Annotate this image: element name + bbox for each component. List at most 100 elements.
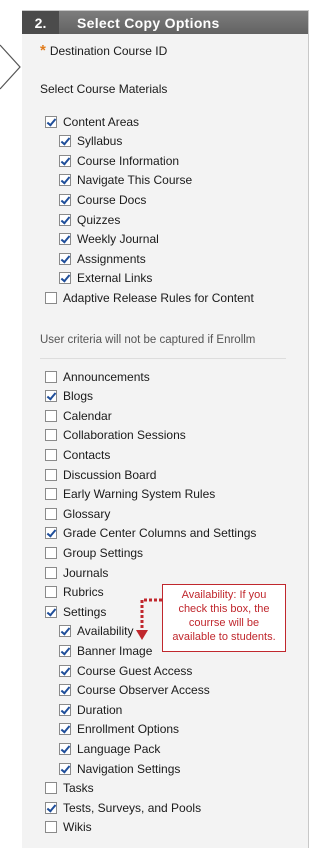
checkbox-label: Tasks	[63, 781, 94, 796]
checkbox-label: External Links	[77, 271, 153, 286]
checkbox-row-syllabus[interactable]: Syllabus	[59, 133, 122, 150]
checkbox-label: Duration	[77, 702, 123, 717]
checkbox[interactable]	[45, 291, 57, 304]
step-number: 2.	[22, 11, 59, 34]
checkbox-label: Assignments	[77, 251, 146, 266]
checkbox-row-glossary[interactable]: Glossary	[45, 505, 110, 522]
checkbox-row-rubrics[interactable]: Rubrics	[45, 584, 104, 601]
checkbox-label: Course Guest Access	[77, 663, 193, 678]
checkbox-row-collaboration-sessions[interactable]: Collaboration Sessions	[45, 427, 186, 444]
checkbox[interactable]	[45, 429, 57, 442]
checkbox-label: Announcements	[63, 369, 150, 384]
checkbox[interactable]	[45, 586, 57, 599]
checkbox-label: Contacts	[63, 447, 111, 462]
checkbox-label: Calendar	[63, 408, 112, 423]
checkbox-row-blogs[interactable]: Blogs	[45, 388, 93, 405]
checkbox-row-banner-image[interactable]: Banner Image	[59, 642, 152, 659]
checkbox-label: Early Warning System Rules	[63, 487, 216, 502]
pointer-arrow-icon	[0, 44, 21, 90]
checkbox[interactable]	[45, 605, 57, 618]
checkbox-label: Adaptive Release Rules for Content	[63, 290, 254, 305]
checkbox-row-early-warning-system-rules[interactable]: Early Warning System Rules	[45, 486, 215, 503]
checkbox-label: Collaboration Sessions	[63, 428, 186, 443]
section-header: 2. Select Copy Options	[22, 11, 308, 34]
checkbox-row-tests-surveys-and-pools[interactable]: Tests, Surveys, and Pools	[45, 799, 201, 816]
checkbox[interactable]	[45, 115, 57, 128]
checkbox-row-availability[interactable]: Availability	[59, 623, 133, 640]
checkbox-row-weekly-journal[interactable]: Weekly Journal	[59, 231, 159, 248]
checkbox-label: Glossary	[63, 506, 111, 521]
checkbox[interactable]	[59, 703, 71, 716]
destination-course-id-label: * Destination Course ID	[40, 43, 167, 59]
checkbox-row-discussion-board[interactable]: Discussion Board	[45, 466, 156, 483]
checkbox-label: Rubrics	[63, 585, 104, 600]
section-title: Select Copy Options	[59, 11, 308, 34]
checkbox[interactable]	[45, 370, 57, 383]
checkbox[interactable]	[45, 390, 57, 403]
checkbox-row-quizzes[interactable]: Quizzes	[59, 211, 120, 228]
checkbox-row-course-observer-access[interactable]: Course Observer Access	[59, 682, 210, 699]
checkbox[interactable]	[59, 762, 71, 775]
checkbox-label: Language Pack	[77, 741, 161, 756]
checkbox[interactable]	[59, 684, 71, 697]
checkbox-row-enrollment-options[interactable]: Enrollment Options	[59, 721, 179, 738]
checkbox-row-course-guest-access[interactable]: Course Guest Access	[59, 662, 192, 679]
checkbox[interactable]	[45, 468, 57, 481]
checkbox[interactable]	[59, 625, 71, 638]
checkbox-row-group-settings[interactable]: Group Settings	[45, 544, 143, 561]
checkbox-row-course-information[interactable]: Course Information	[59, 152, 179, 169]
checkbox-label: Availability	[77, 624, 134, 639]
checkbox-label: Navigate This Course	[77, 173, 193, 188]
checkbox-label: Quizzes	[77, 212, 121, 227]
checkbox[interactable]	[59, 193, 71, 206]
checkbox[interactable]	[59, 252, 71, 265]
checkbox-label: Discussion Board	[63, 467, 157, 482]
checkbox-label: Group Settings	[63, 545, 144, 560]
checkbox[interactable]	[45, 527, 57, 540]
select-course-materials-label: Select Course Materials	[40, 82, 168, 96]
checkbox[interactable]	[45, 488, 57, 501]
checkbox-row-language-pack[interactable]: Language Pack	[59, 740, 160, 757]
checkbox-row-content-areas[interactable]: Content Areas	[45, 113, 139, 130]
checkbox[interactable]	[45, 821, 57, 834]
checkbox[interactable]	[59, 135, 71, 148]
checkbox[interactable]	[45, 448, 57, 461]
checkbox-row-adaptive-release-rules-for-content[interactable]: Adaptive Release Rules for Content	[45, 289, 254, 306]
checkbox[interactable]	[59, 154, 71, 167]
checkbox-label: Journals	[63, 565, 109, 580]
checkbox[interactable]	[59, 742, 71, 755]
checkbox-row-duration[interactable]: Duration	[59, 701, 122, 718]
checkbox[interactable]	[59, 213, 71, 226]
checkbox-label: Course Observer Access	[77, 683, 210, 698]
checkbox-row-contacts[interactable]: Contacts	[45, 446, 110, 463]
checkbox[interactable]	[45, 782, 57, 795]
checkbox-label: Banner Image	[77, 643, 153, 658]
checkbox-row-settings[interactable]: Settings	[45, 603, 106, 620]
checkbox[interactable]	[59, 174, 71, 187]
checkbox-row-course-docs[interactable]: Course Docs	[59, 191, 146, 208]
adaptive-release-note: User criteria will not be captured if En…	[40, 334, 256, 346]
checkbox[interactable]	[59, 723, 71, 736]
checkbox[interactable]	[45, 546, 57, 559]
checkbox-row-journals[interactable]: Journals	[45, 564, 108, 581]
checkbox-row-calendar[interactable]: Calendar	[45, 407, 112, 424]
checkbox[interactable]	[59, 644, 71, 657]
checkbox[interactable]	[45, 801, 57, 814]
checkbox[interactable]	[45, 409, 57, 422]
availability-callout: Availability: If you check this box, the…	[162, 584, 286, 652]
checkbox-row-navigation-settings[interactable]: Navigation Settings	[59, 760, 180, 777]
checkbox-row-external-links[interactable]: External Links	[59, 270, 152, 287]
checkbox-label: Course Docs	[77, 192, 147, 207]
checkbox-row-wikis[interactable]: Wikis	[45, 819, 92, 836]
checkbox[interactable]	[45, 507, 57, 520]
checkbox[interactable]	[59, 272, 71, 285]
checkbox[interactable]	[45, 566, 57, 579]
checkbox-row-assignments[interactable]: Assignments	[59, 250, 146, 267]
checkbox-row-tasks[interactable]: Tasks	[45, 780, 94, 797]
checkbox-row-grade-center-columns-and-settings[interactable]: Grade Center Columns and Settings	[45, 525, 256, 542]
checkbox-row-announcements[interactable]: Announcements	[45, 368, 150, 385]
checkbox[interactable]	[59, 233, 71, 246]
checkbox[interactable]	[59, 664, 71, 677]
required-star-icon: *	[40, 42, 46, 59]
checkbox-row-navigate-this-course[interactable]: Navigate This Course	[59, 172, 192, 189]
